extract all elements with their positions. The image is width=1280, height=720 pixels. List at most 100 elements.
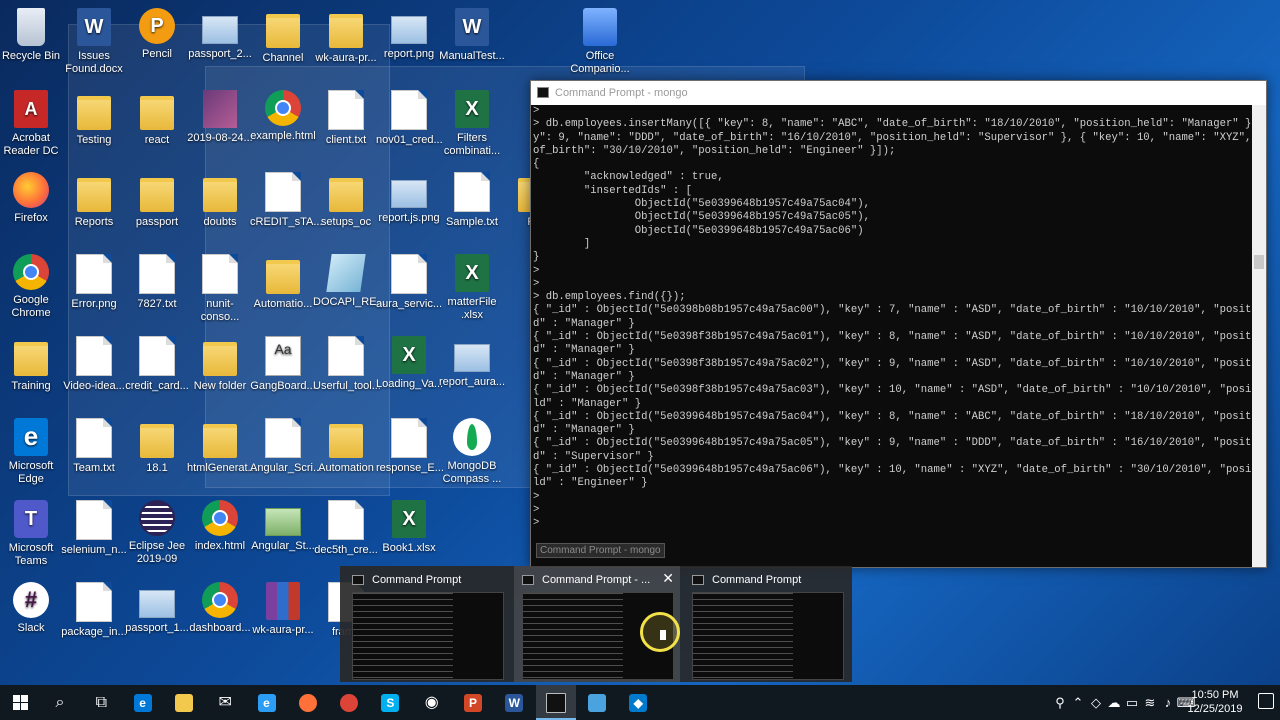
person-icon[interactable]: ⚲: [1050, 685, 1070, 720]
desktop-icon[interactable]: New folder: [187, 330, 253, 412]
scrollbar[interactable]: [1252, 105, 1266, 567]
desktop-icon[interactable]: Testing: [61, 84, 127, 166]
console-line: ld" : "Engineer" }: [533, 477, 648, 490]
battery-icon[interactable]: ▭: [1122, 685, 1142, 720]
taskbar-vscode-button[interactable]: ◆: [618, 685, 658, 720]
window-thumbnail[interactable]: Command Prompt: [684, 566, 850, 682]
desktop-icon[interactable]: Google Chrome: [0, 248, 64, 330]
desktop-icon[interactable]: 18.1: [124, 412, 190, 494]
desktop-icon[interactable]: Office Companio...: [567, 2, 633, 84]
desktop-icon[interactable]: Microsoft Edge: [0, 412, 64, 494]
onedrive-icon[interactable]: ☁: [1104, 685, 1124, 720]
console-output[interactable]: > > db.employees.insertMany([{ "key": 8, …: [531, 105, 1252, 567]
desktop-icon[interactable]: selenium_n...: [61, 494, 127, 576]
window-thumbnail[interactable]: Command Prompt: [344, 566, 510, 682]
desktop-icon[interactable]: doubts: [187, 166, 253, 248]
desktop-icon[interactable]: Eclipse Jee 2019-09: [124, 494, 190, 576]
desktop-icon[interactable]: report_aura...: [439, 330, 505, 412]
desktop-icon-label: Eclipse Jee 2019-09: [128, 540, 186, 565]
command-prompt-window[interactable]: Command Prompt - mongo > > db.employees.i…: [530, 80, 1267, 568]
desktop-icon[interactable]: index.html: [187, 494, 253, 576]
taskbar-internet-explorer-button[interactable]: e: [247, 685, 287, 720]
desktop-icon[interactable]: Automation: [313, 412, 379, 494]
close-icon[interactable]: ✕: [662, 571, 674, 585]
desktop-icon[interactable]: dashboard...: [187, 576, 253, 658]
desktop-icon[interactable]: Loading_Va...: [376, 330, 443, 412]
taskbar-chrome-button[interactable]: [329, 685, 369, 720]
taskbar-firefox-button[interactable]: [288, 685, 328, 720]
taskbar-skype-button[interactable]: S: [370, 685, 410, 720]
taskbar-mail-button[interactable]: ✉: [205, 685, 245, 720]
desktop-icon[interactable]: Automatio...: [250, 248, 316, 330]
dropbox-icon[interactable]: ◇: [1086, 685, 1106, 720]
taskbar-task-view-button[interactable]: ⧉: [81, 685, 121, 720]
desktop-icon[interactable]: react: [124, 84, 190, 166]
desktop-icon-label: htmlGenerat...: [187, 462, 257, 474]
desktop-icon-label: example.html: [250, 130, 316, 142]
desktop-icon[interactable]: Issues Found.docx: [61, 2, 127, 84]
desktop-icon[interactable]: Slack: [0, 576, 64, 658]
desktop-icon[interactable]: Sample.txt: [439, 166, 505, 248]
desktop-icon[interactable]: Video-idea...: [61, 330, 127, 412]
desktop-icon[interactable]: MongoDB Compass ...: [439, 412, 505, 494]
desktop-icon[interactable]: setups_oc: [313, 166, 379, 248]
taskbar-search-button[interactable]: ⌕: [40, 685, 80, 720]
start-button[interactable]: [0, 685, 40, 720]
taskbar-command-prompt-button[interactable]: [535, 685, 576, 720]
desktop-icon[interactable]: Recycle Bin: [0, 2, 64, 84]
desktop-icon[interactable]: GangBoard...: [250, 330, 316, 412]
desktop-icon[interactable]: cREDIT_sTA...: [250, 166, 323, 248]
desktop-icon[interactable]: dec5th_cre...: [313, 494, 379, 576]
desktop-icon[interactable]: Firefox: [0, 166, 64, 248]
taskbar-powerpoint-button[interactable]: P: [453, 685, 493, 720]
desktop-icon-label: Book1.xlsx: [382, 542, 436, 554]
desktop-icon[interactable]: matterFile .xlsx: [439, 248, 505, 330]
desktop-icon[interactable]: Channel: [250, 2, 316, 84]
desktop-icon[interactable]: Angular_Scri...: [250, 412, 322, 494]
desktop-icon[interactable]: package_in...: [61, 576, 127, 658]
desktop-icon[interactable]: Reports: [61, 166, 127, 248]
taskbar-file-explorer-button[interactable]: [164, 685, 204, 720]
desktop-icon[interactable]: aura_servic...: [376, 248, 442, 330]
desktop-icon[interactable]: passport_1...: [124, 576, 190, 658]
desktop-icon[interactable]: credit_card...: [124, 330, 190, 412]
desktop-icon[interactable]: Training: [0, 330, 64, 412]
taskbar-remote-desktop-button[interactable]: [577, 685, 617, 720]
desktop-icon[interactable]: Filters combinati...: [439, 84, 505, 166]
clock[interactable]: 10:50 PM 12/25/2019: [1180, 688, 1250, 716]
scrollbar-thumb[interactable]: [1254, 255, 1264, 269]
desktop-icon[interactable]: Team.txt: [61, 412, 127, 494]
desktop-icon[interactable]: htmlGenerat...: [187, 412, 257, 494]
desktop-icon[interactable]: 2019-08-24...: [187, 84, 253, 166]
desktop-icon[interactable]: Userful_tool...: [313, 330, 381, 412]
desktop-icon[interactable]: client.txt: [313, 84, 379, 166]
chevron-up-icon[interactable]: ⌃: [1068, 685, 1088, 720]
taskbar-media-player-button[interactable]: ◉: [412, 685, 452, 720]
taskbar-edge-button[interactable]: e: [123, 685, 163, 720]
taskbar-word-button[interactable]: W: [494, 685, 534, 720]
desktop-icon[interactable]: Book1.xlsx: [376, 494, 442, 576]
desktop-icon[interactable]: report.js.png: [376, 166, 442, 248]
notifications-icon[interactable]: [1258, 693, 1274, 709]
desktop-icon[interactable]: nov01_cred...: [376, 84, 443, 166]
desktop-icon[interactable]: report.png: [376, 2, 442, 84]
desktop-icon[interactable]: ManualTest...: [439, 2, 505, 84]
console-line: of_birth": "30/10/2010", "position_held"…: [533, 144, 896, 157]
desktop-icon[interactable]: example.html: [250, 84, 316, 166]
desktop-icon[interactable]: Acrobat Reader DC: [0, 84, 64, 166]
desktop-icon[interactable]: 7827.txt: [124, 248, 190, 330]
desktop-icon[interactable]: Pencil: [124, 2, 190, 84]
desktop-icon[interactable]: Microsoft Teams: [0, 494, 64, 576]
desktop-icon[interactable]: passport: [124, 166, 190, 248]
desktop-icon[interactable]: DOCAPI_RE...: [313, 248, 386, 330]
volume-icon[interactable]: ♪: [1158, 685, 1178, 720]
desktop-icon[interactable]: response_E...: [376, 412, 444, 494]
desktop-icon[interactable]: passport_2...: [187, 2, 253, 84]
desktop-icon[interactable]: Angular_St...: [250, 494, 316, 576]
desktop-icon[interactable]: wk-aura-pr...: [250, 576, 316, 658]
desktop-icon[interactable]: wk-aura-pr...: [313, 2, 379, 84]
window-titlebar[interactable]: Command Prompt - mongo: [531, 81, 1266, 105]
desktop-icon[interactable]: Error.png: [61, 248, 127, 330]
wifi-icon[interactable]: ≋: [1140, 685, 1160, 720]
desktop-icon[interactable]: nunit-conso...: [187, 248, 253, 330]
